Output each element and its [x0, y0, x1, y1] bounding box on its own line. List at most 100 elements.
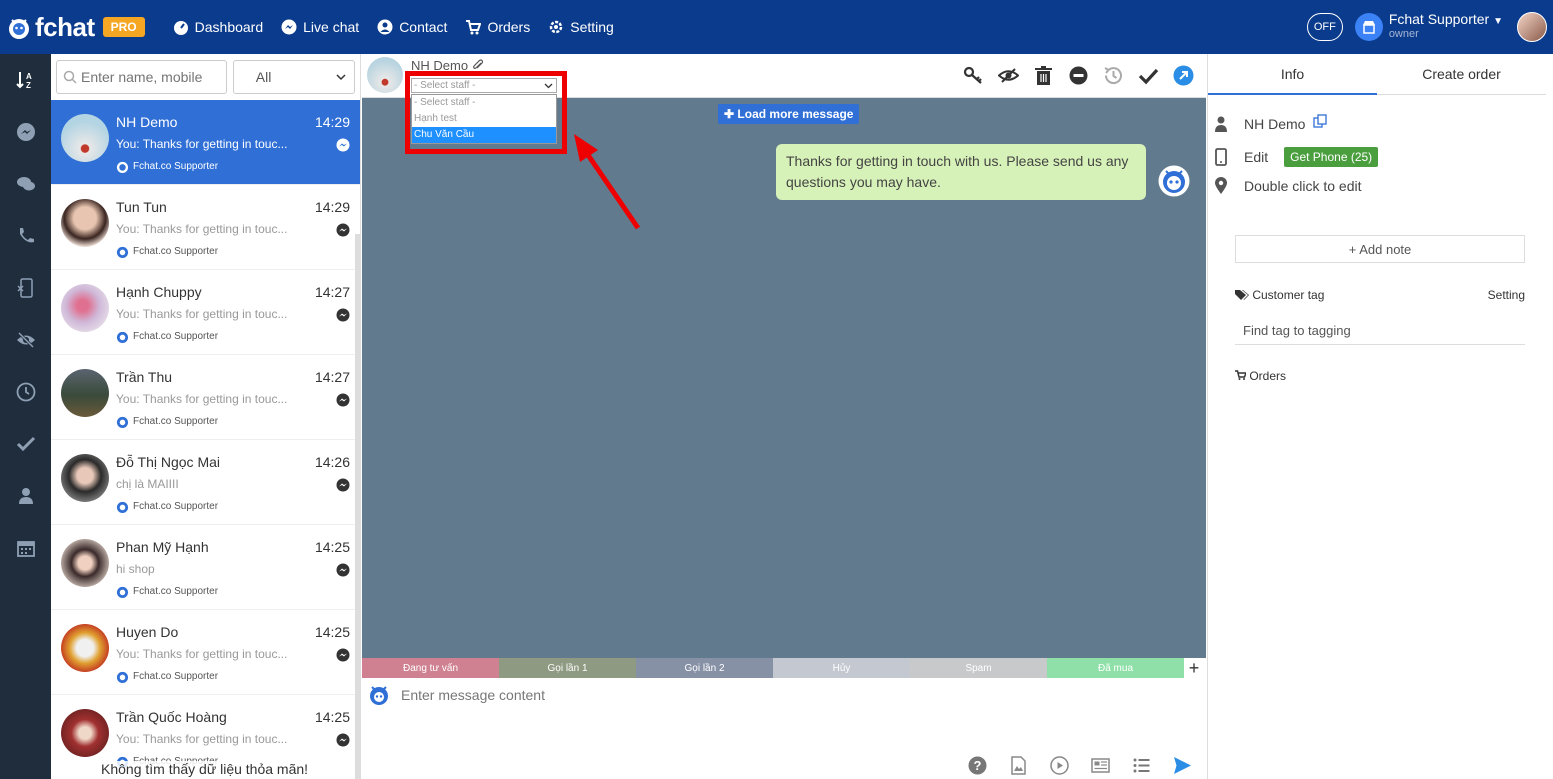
nav-dashboard-label: Dashboard — [194, 19, 264, 35]
filter-select[interactable]: All — [232, 60, 355, 94]
tag-bar: Đang tư vấn Gọi lần 1 Gọi lần 2 Hủy Spam… — [362, 658, 1206, 678]
comments-icon[interactable] — [0, 158, 51, 210]
nav-setting-label: Setting — [570, 19, 614, 35]
conversation-agent: Fchat.co Supporter — [116, 415, 350, 428]
question-icon[interactable]: ? — [968, 756, 987, 775]
user-icon[interactable] — [0, 470, 51, 522]
fchat-bot-icon — [116, 416, 129, 428]
check-icon[interactable] — [1138, 65, 1159, 86]
brand-name: fchat — [35, 11, 95, 42]
check-icon[interactable] — [0, 418, 51, 470]
nav-contact-label: Contact — [399, 19, 448, 35]
play-icon[interactable] — [1050, 756, 1069, 775]
search-row: All — [51, 54, 360, 100]
nav-setting[interactable]: Setting — [548, 19, 614, 35]
store-icon[interactable] — [1354, 13, 1383, 41]
conversation-item[interactable]: Phan Mỹ Hạnh 14:25 hi shop Fchat.co Supp… — [51, 525, 360, 610]
tab-info[interactable]: Info — [1208, 54, 1377, 95]
send-icon[interactable] — [1173, 756, 1192, 775]
load-more-button[interactable]: ✚ Load more message — [718, 104, 860, 124]
tag-spam[interactable]: Spam — [910, 658, 1047, 678]
search-input[interactable] — [81, 69, 221, 85]
avatar — [61, 199, 109, 247]
cart-icon — [1235, 370, 1248, 380]
fchat-bot-icon — [116, 586, 129, 598]
tag-goi-lan-1[interactable]: Gọi lần 1 — [499, 658, 636, 678]
eye-slash-icon[interactable] — [998, 65, 1019, 86]
minus-circle-icon[interactable] — [1068, 65, 1089, 86]
conversation-item[interactable]: Trần Thu 14:27 You: Thanks for getting i… — [51, 355, 360, 440]
paperclip-icon[interactable] — [472, 59, 484, 71]
nav-dashboard[interactable]: Dashboard — [173, 19, 264, 35]
trash-icon[interactable] — [1033, 65, 1054, 86]
conversation-item[interactable]: Hạnh Chuppy 14:27 You: Thanks for gettin… — [51, 270, 360, 355]
customer-tag-label: Customer tag — [1235, 288, 1324, 302]
conversation-time: 14:29 — [314, 114, 350, 130]
tag-huy[interactable]: Hủy — [773, 658, 910, 678]
external-link-icon[interactable] — [1173, 65, 1194, 86]
clock-icon[interactable] — [0, 366, 51, 418]
chat-toolbar — [963, 65, 1194, 86]
tag-setting-link[interactable]: Setting — [1488, 288, 1525, 302]
nav-contact[interactable]: Contact — [377, 19, 447, 35]
mobile-x-icon[interactable] — [0, 262, 51, 314]
conversation-preview: hi shop — [116, 562, 155, 576]
conversation-item[interactable]: NH Demo 14:29 You: Thanks for getting in… — [51, 100, 360, 185]
get-phone-button[interactable]: Get Phone (25) — [1284, 147, 1379, 167]
calendar-icon[interactable] — [0, 522, 51, 574]
add-tag-button[interactable]: + — [1184, 658, 1204, 678]
find-tag-input[interactable]: Find tag to tagging — [1235, 316, 1525, 345]
add-note-button[interactable]: + Add note — [1235, 235, 1525, 263]
nav-orders[interactable]: Orders — [465, 19, 530, 35]
tab-create-order[interactable]: Create order — [1377, 54, 1546, 95]
messenger-icon[interactable] — [0, 106, 51, 158]
conversation-agent: Fchat.co Supporter — [116, 245, 350, 258]
location-text[interactable]: Double click to edit — [1244, 178, 1362, 194]
eye-slash-icon[interactable] — [0, 314, 51, 366]
list-scrollbar[interactable] — [355, 234, 360, 779]
cart-icon — [466, 20, 482, 35]
user-avatar[interactable] — [1517, 12, 1547, 42]
conversation-item[interactable]: Tun Tun 14:29 You: Thanks for getting in… — [51, 185, 360, 270]
list-icon[interactable] — [1132, 756, 1151, 775]
phone-icon[interactable] — [0, 210, 51, 262]
customer-name: NH Demo — [1244, 116, 1306, 132]
tag-dang-tu-van[interactable]: Đang tư vấn — [362, 658, 499, 678]
info-tabs: Info Create order — [1208, 54, 1546, 95]
online-toggle[interactable]: OFF — [1306, 13, 1343, 41]
phone-row: Edit Get Phone (25) — [1215, 147, 1379, 167]
fchat-bot-icon — [116, 331, 129, 343]
messenger-icon — [336, 223, 350, 237]
newspaper-icon[interactable] — [1091, 756, 1110, 775]
search-field[interactable] — [56, 60, 227, 94]
phone-edit[interactable]: Edit — [1244, 149, 1268, 165]
highlight-box — [405, 71, 567, 154]
avatar — [61, 369, 109, 417]
tags-icon — [1235, 290, 1249, 300]
search-icon — [63, 70, 77, 84]
gear-icon — [549, 20, 563, 34]
copy-icon[interactable] — [1313, 114, 1328, 128]
nav-live-chat-label: Live chat — [303, 19, 360, 35]
message-input[interactable]: Enter message content — [401, 687, 545, 703]
info-panel: Info Create order NH Demo Edit Get Phone… — [1207, 54, 1553, 779]
icon-sidebar: AZ — [0, 54, 51, 779]
key-icon[interactable] — [963, 65, 984, 86]
conversation-item[interactable]: Huyen Do 14:25 You: Thanks for getting i… — [51, 610, 360, 695]
avatar — [61, 284, 109, 332]
nav-live-chat[interactable]: Live chat — [281, 19, 359, 35]
fchat-bot-icon — [116, 161, 129, 173]
agent-name: Fchat.co Supporter — [133, 331, 219, 342]
fchat-bot-icon — [116, 671, 129, 683]
agent-name: Fchat.co Supporter — [133, 416, 219, 427]
conversation-item[interactable]: Đỗ Thị Ngọc Mai 14:26 chị là MAIIII Fcha… — [51, 440, 360, 525]
message-bubble: Thanks for getting in touch with us. Ple… — [776, 144, 1146, 200]
brand-logo[interactable]: fchat — [6, 12, 95, 43]
history-icon[interactable] — [1103, 65, 1124, 86]
conversation-preview: You: Thanks for getting in touc... — [116, 647, 288, 661]
tag-goi-lan-2[interactable]: Gọi lần 2 — [636, 658, 773, 678]
tag-da-mua[interactable]: Đã mua — [1047, 658, 1184, 678]
user-menu[interactable]: Fchat Supporter ▼ owner — [1389, 12, 1503, 41]
image-icon[interactable] — [1009, 756, 1028, 775]
sort-az-icon[interactable]: AZ — [0, 54, 51, 106]
